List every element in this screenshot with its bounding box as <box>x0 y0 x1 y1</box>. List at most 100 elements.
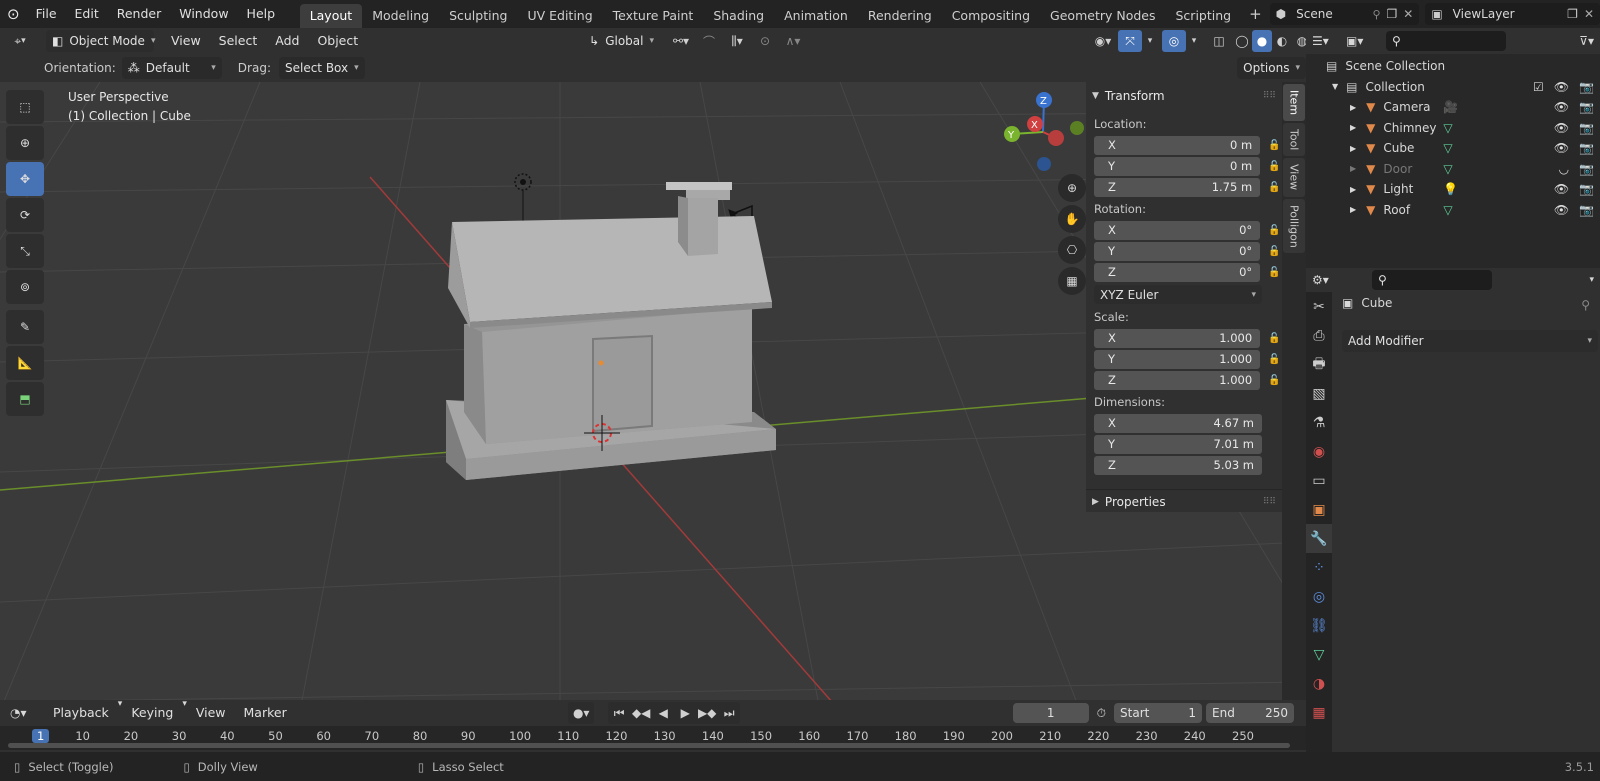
outliner-item-cube[interactable]: ▶ ▼ Cube ▽ 👁 📷 <box>1306 138 1600 159</box>
move-tool-icon[interactable]: ✥ <box>6 162 44 196</box>
new-scene-icon[interactable]: ❐ <box>1387 7 1398 21</box>
outliner-item-roof[interactable]: ▶ ▼ Roof ▽ 👁 📷 <box>1306 200 1600 221</box>
measure-tool-icon[interactable]: 📐 <box>6 346 44 380</box>
eye-icon[interactable]: 👁 <box>1554 80 1569 94</box>
texture-icon[interactable]: ▦ <box>1306 698 1332 727</box>
scale-z-field[interactable]: Z 1.000 <box>1094 370 1261 390</box>
snap-target-icon[interactable]: ⫼▾ <box>722 30 752 52</box>
viewport-menu-object[interactable]: Object <box>308 27 367 55</box>
render-camera-icon[interactable]: 📷 <box>1579 203 1594 217</box>
material-icon[interactable]: ◑ <box>1306 669 1332 698</box>
workspace-tab-geometry-nodes[interactable]: Geometry Nodes <box>1040 4 1165 28</box>
wireframe-shading-icon[interactable]: ◯ <box>1232 30 1252 52</box>
falloff-icon[interactable]: ∧▾ <box>778 30 808 52</box>
transform-tool-icon[interactable]: ⊚ <box>6 270 44 304</box>
chevron-right-icon[interactable]: ▶ <box>1350 164 1356 173</box>
timeline-menu-marker[interactable]: Marker <box>235 699 296 727</box>
eye-icon[interactable]: 👁 <box>1554 121 1569 135</box>
sidebar-tab-polligon[interactable]: Polligon <box>1283 198 1305 254</box>
properties-editor-icon[interactable]: ⚙▾ <box>1312 273 1372 287</box>
chevron-right-icon[interactable]: ▶ <box>1350 205 1356 214</box>
solid-shading-icon[interactable]: ● <box>1252 30 1272 52</box>
options-dropdown[interactable]: Options ▾ <box>1237 57 1306 79</box>
dimensions-y-field[interactable]: Y 7.01 m <box>1094 434 1262 454</box>
eye-icon[interactable]: 👁 <box>1554 141 1569 155</box>
mesh-data-icon[interactable]: ▽ <box>1306 640 1332 669</box>
jump-keyframe-back-icon[interactable]: ◆◀ <box>630 702 652 724</box>
drag-handle-icon[interactable]: ⠿⠿ <box>1263 497 1276 507</box>
dimensions-z-field[interactable]: Z 5.03 m <box>1094 455 1262 475</box>
outliner-search-input[interactable]: ⚲ <box>1386 31 1506 51</box>
stopwatch-icon[interactable]: ⏱ <box>1097 706 1106 721</box>
tool-settings-icon[interactable]: ✂ <box>1306 292 1332 321</box>
checkbox-icon[interactable]: ☑ <box>1533 80 1544 94</box>
workspace-tab-shading[interactable]: Shading <box>703 4 774 28</box>
annotate-tool-icon[interactable]: ✎ <box>6 310 44 344</box>
menu-help[interactable]: Help <box>238 0 285 28</box>
render-camera-icon[interactable]: 📷 <box>1579 162 1594 176</box>
scale-x-field[interactable]: X 1.000 <box>1094 328 1261 348</box>
viewlayer-selector[interactable]: ▣ ViewLayer ❐ ✕ <box>1425 3 1600 25</box>
data-camera-icon[interactable]: 🎥 <box>1443 100 1458 114</box>
workspace-tab-texture-paint[interactable]: Texture Paint <box>603 4 704 28</box>
gizmo-toggle-icon[interactable]: ⤧ <box>1118 30 1142 52</box>
scale-y-field[interactable]: Y 1.000 <box>1094 349 1261 369</box>
delete-viewlayer-icon[interactable]: ✕ <box>1584 7 1594 21</box>
lock-icon[interactable]: 🔓 <box>1268 246 1282 257</box>
jump-keyframe-forward-icon[interactable]: ▶◆ <box>696 702 718 724</box>
snap-icon[interactable]: ⌒ <box>696 30 722 52</box>
jump-end-icon[interactable]: ⏭ <box>718 702 740 724</box>
timeline-scrollbar[interactable] <box>8 743 1290 748</box>
pin-icon[interactable]: ⚲ <box>1372 8 1380 21</box>
camera-view-icon[interactable]: ⎔ <box>1058 236 1086 264</box>
navigation-gizmo[interactable]: Z Y X <box>998 88 1088 174</box>
menu-edit[interactable]: Edit <box>66 0 108 28</box>
outliner-item-camera[interactable]: ▶ ▼ Camera 🎥 👁 📷 <box>1306 97 1600 118</box>
add-cube-tool-icon[interactable]: ⬒ <box>6 382 44 416</box>
properties-search-input[interactable]: ⚲ <box>1372 270 1492 290</box>
current-frame-field[interactable]: 1 <box>1012 703 1089 723</box>
zoom-icon[interactable]: ⊕ <box>1058 174 1086 202</box>
current-frame-marker[interactable]: 1 <box>32 729 50 743</box>
chevron-right-icon[interactable]: ▶ <box>1350 185 1356 194</box>
rotation-z-field[interactable]: Z 0° <box>1094 262 1261 282</box>
lock-icon[interactable]: 🔓 <box>1268 161 1282 172</box>
editor-type-icon[interactable]: ⌖ ▾ <box>0 30 40 52</box>
pan-hand-icon[interactable]: ✋ <box>1058 205 1086 233</box>
output-properties-icon[interactable]: 🖶 <box>1306 350 1332 379</box>
lock-icon[interactable]: 🔓 <box>1268 333 1282 344</box>
workspace-tab-sculpting[interactable]: Sculpting <box>439 4 517 28</box>
outliner-item-chimney[interactable]: ▶ ▼ Chimney ▽ 👁 📷 <box>1306 118 1600 139</box>
data-mesh-icon[interactable]: ▽ <box>1443 162 1452 176</box>
blender-logo-icon[interactable]: ⊙ <box>0 5 27 23</box>
display-mode-icon[interactable]: ▣▾ <box>1346 34 1386 48</box>
location-z-field[interactable]: Z 1.75 m <box>1094 177 1261 197</box>
new-viewlayer-icon[interactable]: ❐ <box>1567 7 1578 21</box>
data-mesh-icon[interactable]: ▽ <box>1443 121 1452 135</box>
sidebar-tab-tool[interactable]: Tool <box>1283 123 1305 157</box>
data-mesh-icon[interactable]: ▽ <box>1443 203 1452 217</box>
play-icon[interactable]: ▶ <box>674 702 696 724</box>
sidebar-tab-item[interactable]: Item <box>1283 84 1305 122</box>
mode-dropdown[interactable]: ◧ Object Mode ▾ <box>46 30 155 52</box>
rotation-x-field[interactable]: X 0° <box>1094 220 1261 240</box>
material-shading-icon[interactable]: ◐ <box>1272 30 1292 52</box>
outliner-item-light[interactable]: ▶ ▼ Light 💡 👁 📷 <box>1306 179 1600 200</box>
jump-start-icon[interactable]: ⏮ <box>608 702 630 724</box>
eye-icon[interactable]: 👁 <box>1554 182 1569 196</box>
drag-dropdown[interactable]: Select Box ▾ <box>278 57 365 79</box>
scale-tool-icon[interactable]: ⤡ <box>6 234 44 268</box>
select-box-icon[interactable]: ⬚ <box>6 90 44 124</box>
outliner-editor-icon[interactable]: ☰▾ <box>1312 34 1346 48</box>
timeline-menu-keying[interactable]: Keying <box>122 699 182 727</box>
viewport-menu-add[interactable]: Add <box>266 27 308 55</box>
render-camera-icon[interactable]: 📷 <box>1579 80 1594 94</box>
workspace-tab-compositing[interactable]: Compositing <box>942 4 1040 28</box>
proportional-edit-icon[interactable]: ⊙ <box>752 30 778 52</box>
scene-properties-icon[interactable]: ⚗ <box>1306 408 1332 437</box>
lock-icon[interactable]: 🔓 <box>1268 182 1282 193</box>
location-y-field[interactable]: Y 0 m <box>1094 156 1261 176</box>
rotate-tool-icon[interactable]: ⟳ <box>6 198 44 232</box>
render-properties-icon[interactable]: ⎙ <box>1306 321 1332 350</box>
world-properties-icon[interactable]: ◉ <box>1306 437 1332 466</box>
